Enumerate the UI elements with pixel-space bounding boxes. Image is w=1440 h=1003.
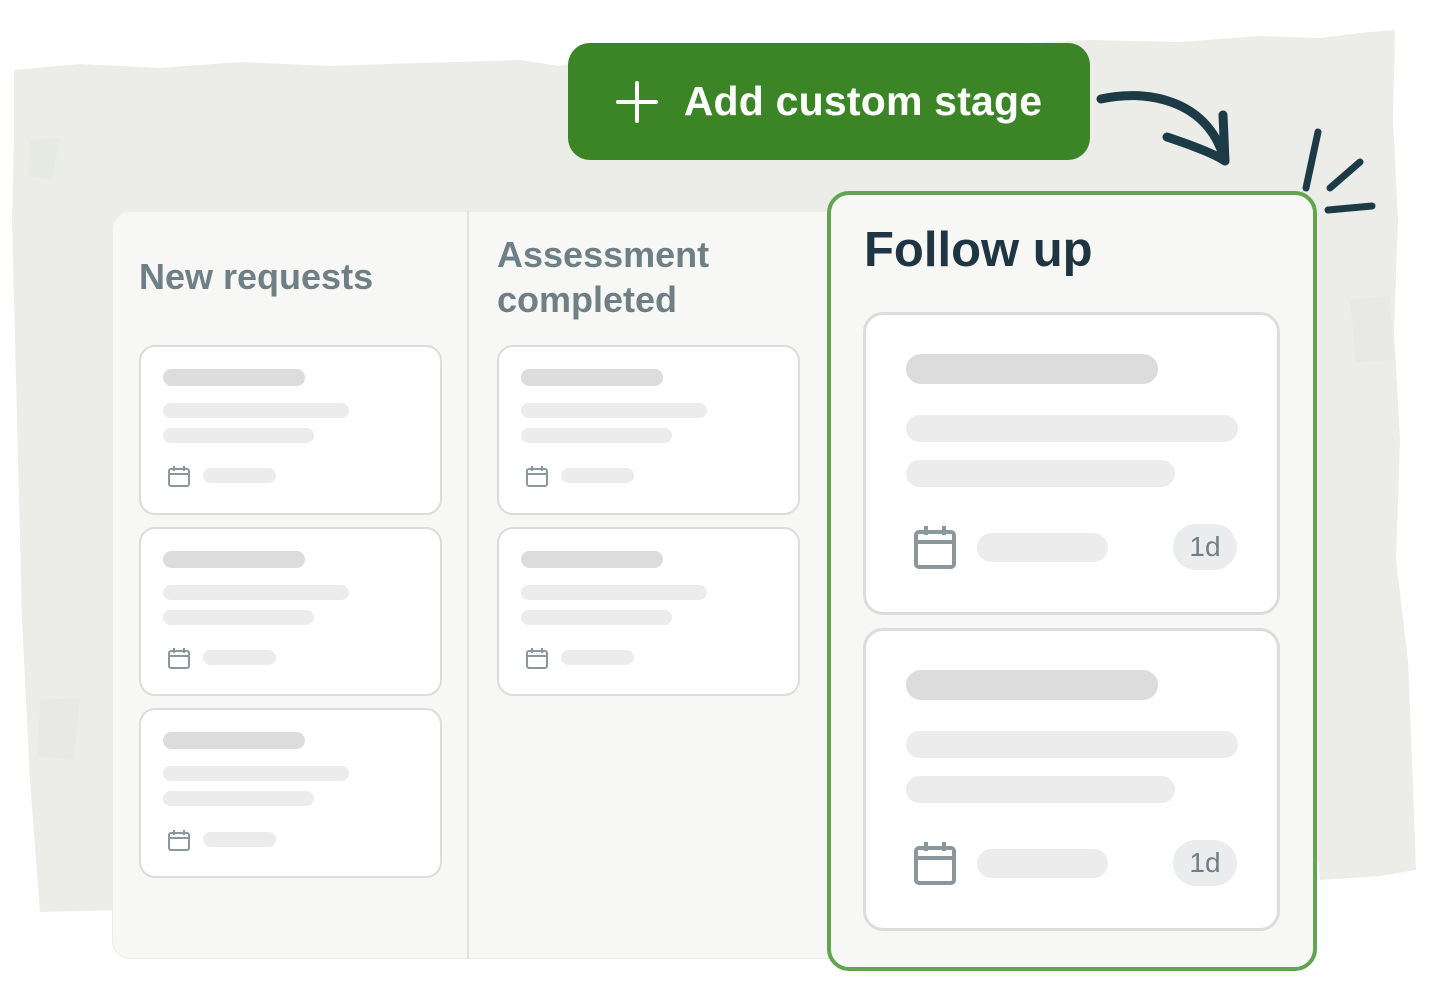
- text-placeholder: [521, 428, 672, 443]
- follow-up-card[interactable]: 1d: [863, 312, 1280, 615]
- title-placeholder: [163, 551, 305, 568]
- calendar-icon: [526, 648, 548, 669]
- text-placeholder: [521, 585, 707, 600]
- calendar-icon: [914, 526, 956, 569]
- request-card[interactable]: [139, 527, 442, 696]
- plus-icon: [615, 80, 658, 123]
- title-placeholder: [163, 369, 305, 386]
- title-placeholder: [521, 551, 663, 568]
- assessment-card[interactable]: [497, 527, 800, 696]
- text-placeholder: [906, 415, 1238, 442]
- assessment-card[interactable]: [497, 345, 800, 515]
- column-title-line: completed: [497, 279, 678, 320]
- column-title-line: Assessment: [497, 234, 710, 275]
- curved-arrow-icon: [1096, 91, 1230, 166]
- text-placeholder: [163, 585, 349, 600]
- date-placeholder: [203, 650, 276, 665]
- title-placeholder: [906, 354, 1158, 384]
- text-placeholder: [163, 791, 314, 806]
- date-placeholder: [977, 849, 1108, 878]
- add-custom-stage-button[interactable]: Add custom stage: [568, 43, 1090, 160]
- column-title-assessment-completed: Assessment completed: [497, 232, 709, 322]
- request-card[interactable]: [139, 708, 442, 878]
- text-placeholder: [906, 731, 1238, 758]
- title-placeholder: [163, 732, 305, 749]
- title-placeholder: [521, 369, 663, 386]
- calendar-icon: [168, 830, 190, 851]
- request-card[interactable]: [139, 345, 442, 515]
- text-placeholder: [521, 610, 672, 625]
- calendar-icon: [526, 466, 548, 487]
- text-placeholder: [163, 403, 349, 418]
- follow-up-card[interactable]: 1d: [863, 628, 1280, 931]
- age-badge: 1d: [1173, 524, 1237, 570]
- date-placeholder: [561, 468, 634, 483]
- title-placeholder: [906, 670, 1158, 700]
- date-placeholder: [203, 468, 276, 483]
- calendar-icon: [914, 842, 956, 885]
- date-placeholder: [561, 650, 634, 665]
- column-title-follow-up: Follow up: [864, 223, 1093, 277]
- text-placeholder: [906, 460, 1175, 487]
- text-placeholder: [163, 610, 314, 625]
- calendar-icon: [168, 466, 190, 487]
- text-placeholder: [906, 776, 1175, 803]
- text-placeholder: [163, 766, 349, 781]
- age-badge: 1d: [1173, 840, 1237, 886]
- column-divider: [467, 211, 469, 959]
- date-placeholder: [203, 832, 276, 847]
- column-title-new-requests: New requests: [139, 256, 374, 297]
- text-placeholder: [163, 428, 314, 443]
- text-placeholder: [521, 403, 707, 418]
- add-custom-stage-label: Add custom stage: [683, 78, 1043, 124]
- calendar-icon: [168, 648, 190, 669]
- date-placeholder: [977, 533, 1108, 562]
